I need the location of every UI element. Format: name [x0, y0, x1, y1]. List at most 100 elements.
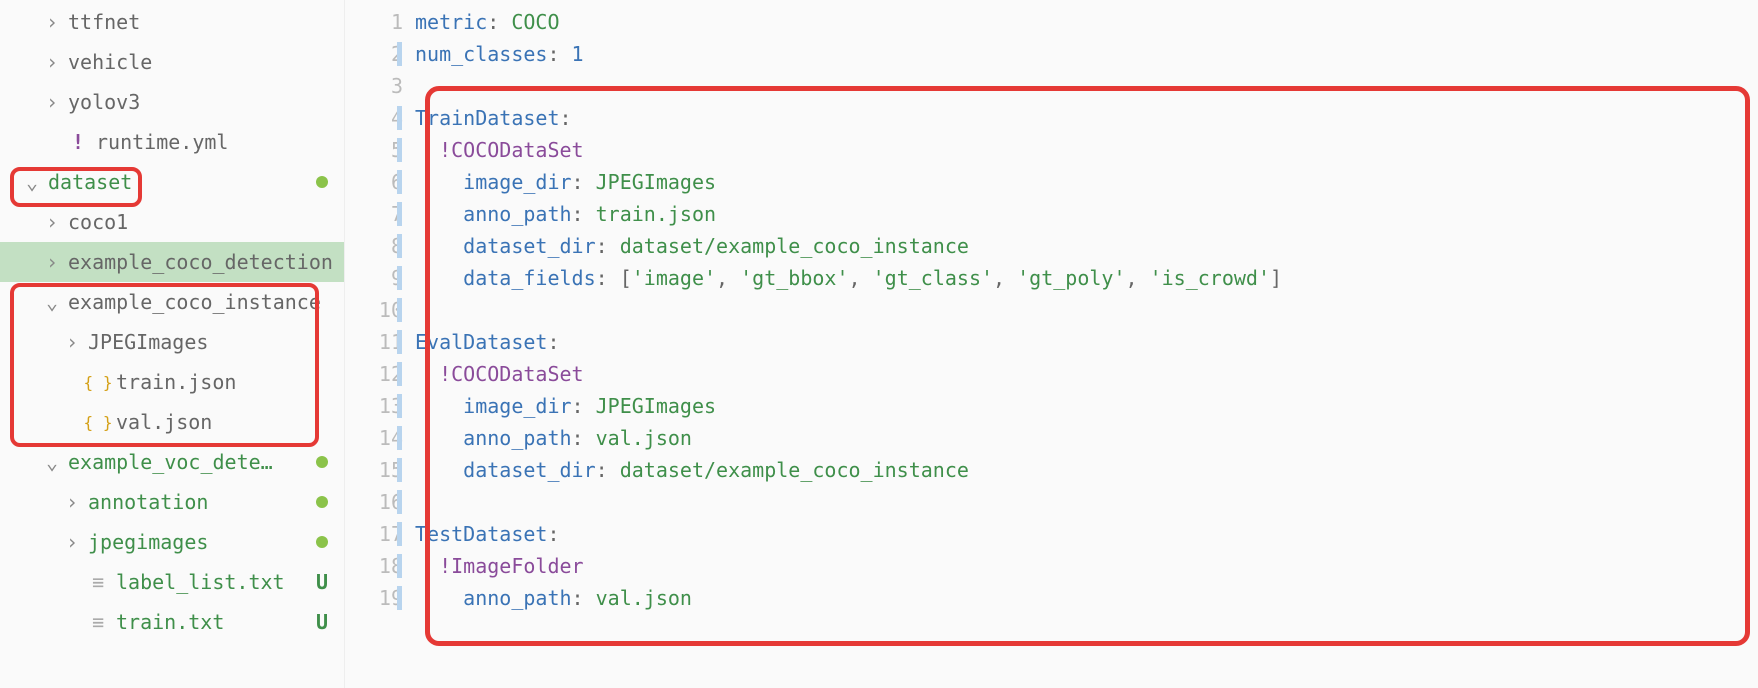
chevron-right-icon[interactable]: › [44, 250, 60, 274]
code-token [415, 554, 439, 578]
tree-item[interactable]: › yolov3 [0, 82, 344, 122]
chevron-down-icon[interactable]: ⌄ [44, 290, 60, 314]
json-icon: { } [88, 373, 108, 392]
tree-item-label: train.txt [116, 610, 224, 634]
code-line[interactable] [415, 70, 1758, 102]
tree-item[interactable]: ›jpegimages [0, 522, 344, 562]
tree-item[interactable]: ›coco1 [0, 202, 344, 242]
tree-item[interactable]: ⌄ example_coco_instance [0, 282, 344, 322]
tree-item[interactable]: { } train.json [0, 362, 344, 402]
chevron-right-icon[interactable]: › [44, 210, 60, 234]
code-token: : [560, 106, 572, 130]
code-line[interactable]: anno_path: val.json [415, 582, 1758, 614]
tree-item[interactable]: › annotation [0, 482, 344, 522]
tree-item-label: annotation [88, 490, 208, 514]
line-number-gutter: 12345678910111213141516171819 [345, 0, 415, 688]
code-line[interactable]: anno_path: val.json [415, 422, 1758, 454]
line-number: 14 [345, 422, 403, 454]
code-token: val.json [596, 426, 692, 450]
code-token: train.json [596, 202, 716, 226]
code-token: TrainDataset [415, 106, 560, 130]
code-token [415, 458, 463, 482]
git-modified-dot-icon [316, 456, 328, 468]
chevron-right-icon[interactable]: › [44, 50, 60, 74]
tree-item[interactable]: ! runtime.yml [0, 122, 344, 162]
code-token: TestDataset [415, 522, 547, 546]
code-token: : [ [596, 266, 632, 290]
code-line[interactable]: !COCODataSet [415, 134, 1758, 166]
code-editor[interactable]: 12345678910111213141516171819 metric: CO… [345, 0, 1758, 688]
tree-item[interactable]: { }val.json [0, 402, 344, 442]
tree-item[interactable]: ⌄ example_voc_dete… [0, 442, 344, 482]
chevron-right-icon[interactable]: › [44, 10, 60, 34]
tree-item-label: example_coco_detection [68, 250, 333, 274]
tree-item-label: train.json [116, 370, 236, 394]
code-token: : [547, 522, 559, 546]
code-token: 'gt_bbox' [740, 266, 848, 290]
code-token: , [1126, 266, 1150, 290]
chevron-right-icon[interactable]: › [64, 330, 80, 354]
line-number: 5 [345, 134, 403, 166]
chevron-right-icon[interactable]: › [44, 90, 60, 114]
code-token [415, 234, 463, 258]
code-line[interactable]: image_dir: JPEGImages [415, 390, 1758, 422]
code-token: !ImageFolder [439, 554, 584, 578]
code-line[interactable]: dataset_dir: dataset/example_coco_instan… [415, 230, 1758, 262]
code-token: : [547, 330, 559, 354]
line-number: 3 [345, 70, 403, 102]
code-token: COCO [511, 10, 559, 34]
tree-item-label: val.json [116, 410, 212, 434]
tree-item[interactable]: ≡label_list.txtU [0, 562, 344, 602]
code-line[interactable]: !COCODataSet [415, 358, 1758, 390]
tree-item-label: yolov3 [68, 90, 140, 114]
code-body[interactable]: metric: COCOnum_classes: 1TrainDataset: … [415, 0, 1758, 688]
tree-item-label: example_voc_dete… [68, 450, 273, 474]
tree-item-label: JPEGImages [88, 330, 208, 354]
code-token: : [596, 234, 620, 258]
tree-item[interactable]: › example_coco_detection [0, 242, 344, 282]
code-line[interactable]: data_fields: ['image', 'gt_bbox', 'gt_cl… [415, 262, 1758, 294]
code-token: : [596, 458, 620, 482]
code-line[interactable]: !ImageFolder [415, 550, 1758, 582]
chevron-down-icon[interactable]: ⌄ [44, 450, 60, 474]
code-line[interactable]: dataset_dir: dataset/example_coco_instan… [415, 454, 1758, 486]
code-token: !COCODataSet [439, 362, 584, 386]
code-token: num_classes [415, 42, 547, 66]
code-token: , [993, 266, 1017, 290]
code-line[interactable] [415, 486, 1758, 518]
code-token [415, 586, 463, 610]
code-token [415, 426, 463, 450]
code-line[interactable] [415, 294, 1758, 326]
code-token [415, 170, 463, 194]
chevron-right-icon[interactable]: › [64, 530, 80, 554]
code-line[interactable]: anno_path: train.json [415, 198, 1758, 230]
code-line[interactable]: EvalDataset: [415, 326, 1758, 358]
line-number: 10 [345, 294, 403, 326]
tree-item[interactable]: ⌄dataset [0, 162, 344, 202]
chevron-down-icon[interactable]: ⌄ [24, 170, 40, 194]
code-line[interactable]: TestDataset: [415, 518, 1758, 550]
tree-item[interactable]: ›ttfnet [0, 2, 344, 42]
tree-item[interactable]: › JPEGImages [0, 322, 344, 362]
code-line[interactable]: metric: COCO [415, 6, 1758, 38]
chevron-right-icon[interactable]: › [64, 490, 80, 514]
code-line[interactable]: num_classes: 1 [415, 38, 1758, 70]
line-number: 15 [345, 454, 403, 486]
tree-item[interactable]: ›vehicle [0, 42, 344, 82]
code-token [415, 138, 439, 162]
tree-item[interactable]: ≡train.txtU [0, 602, 344, 642]
tree-item-label: runtime.yml [96, 130, 228, 154]
code-token: , [716, 266, 740, 290]
code-token: data_fields [463, 266, 595, 290]
bang-icon: ! [68, 130, 88, 154]
code-line[interactable]: image_dir: JPEGImages [415, 166, 1758, 198]
code-token: 1 [572, 42, 584, 66]
line-number: 1 [345, 6, 403, 38]
code-token: : [572, 586, 596, 610]
code-line[interactable]: TrainDataset: [415, 102, 1758, 134]
tree-item-label: example_coco_instance [68, 290, 321, 314]
code-token: image_dir [463, 394, 571, 418]
line-number: 11 [345, 326, 403, 358]
code-token: 'gt_poly' [1017, 266, 1125, 290]
line-number: 17 [345, 518, 403, 550]
